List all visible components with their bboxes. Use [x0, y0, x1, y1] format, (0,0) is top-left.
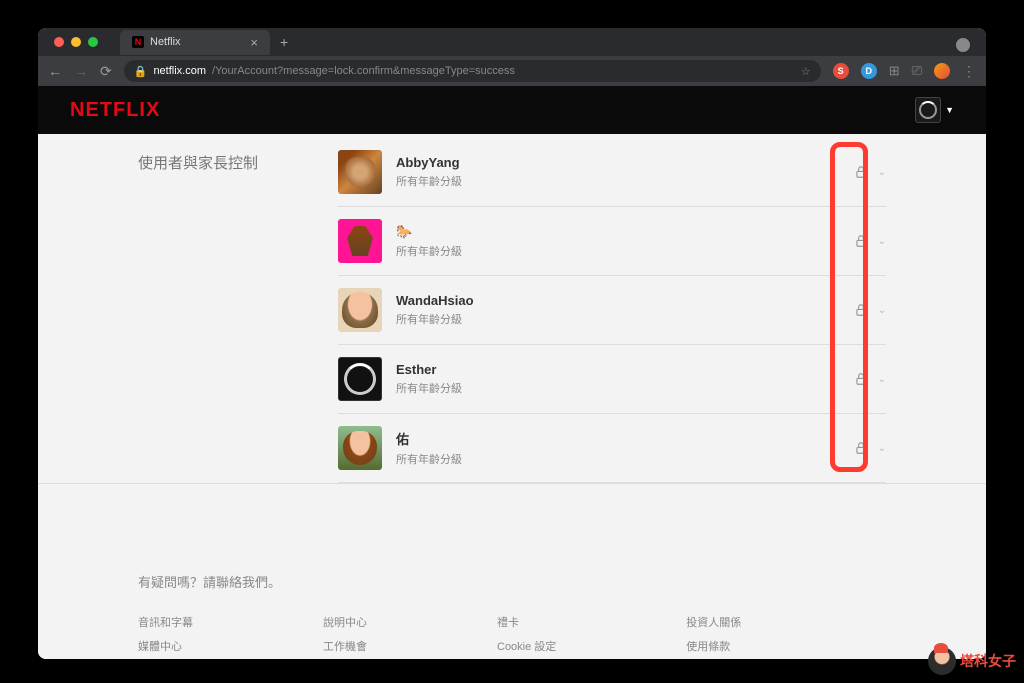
watermark: 塔科女子	[928, 647, 1016, 675]
profile-rating: 所有年齡分級	[396, 451, 854, 467]
footer-link[interactable]: 媒體中心	[138, 635, 193, 659]
footer-link[interactable]: 音訊和字幕	[138, 611, 193, 635]
close-tab-icon[interactable]: ×	[250, 35, 258, 50]
annotation-highlight	[830, 142, 868, 472]
site-header: NETFLIX ▼	[38, 86, 986, 134]
new-tab-button[interactable]: +	[270, 34, 298, 50]
profile-rating: 所有年齡分級	[396, 380, 854, 396]
favicon-icon: N	[132, 36, 144, 48]
chevron-down-icon[interactable]: ⌄	[878, 443, 886, 454]
maximize-window-icon[interactable]	[88, 37, 98, 47]
profile-name: AbbyYang	[396, 155, 854, 170]
profile-name: 🐎	[396, 224, 854, 240]
tab-bar: N Netflix × +	[38, 28, 986, 56]
browser-profile-icon[interactable]	[934, 63, 950, 79]
extension-icon[interactable]: S	[833, 63, 849, 79]
footer-contact[interactable]: 有疑問嗎？請聯絡我們。	[138, 572, 886, 591]
browser-tab[interactable]: N Netflix ×	[120, 30, 270, 55]
lock-icon: 🔒	[134, 65, 148, 78]
caret-down-icon[interactable]: ▼	[945, 105, 954, 115]
footer-link[interactable]: 禮卡	[497, 611, 556, 635]
reload-icon[interactable]: ⟳	[100, 63, 112, 80]
footer-link[interactable]: 說明中心	[323, 611, 367, 635]
site-footer: 有疑問嗎？請聯絡我們。 音訊和字幕 媒體中心 說明中心 工作機會 禮卡 Cook…	[38, 544, 986, 659]
watermark-text: 塔科女子	[960, 651, 1016, 671]
profiles-list: AbbyYang 所有年齡分級 ⌄ 🐎 所有年齡分級	[338, 150, 886, 483]
chevron-down-icon[interactable]: ⌄	[878, 236, 886, 247]
chevron-down-icon[interactable]: ⌄	[878, 305, 886, 316]
profile-avatar-icon	[338, 426, 382, 470]
watermark-icon	[928, 647, 956, 675]
url-field[interactable]: 🔒 netflix.com/YourAccount?message=lock.c…	[124, 60, 821, 82]
cast-icon[interactable]: ⎚	[912, 63, 922, 79]
page-content: 使用者與家長控制 AbbyYang 所有年齡分級 ⌄	[38, 134, 986, 659]
footer-link[interactable]: Cookie 設定	[497, 635, 556, 659]
close-window-icon[interactable]	[54, 37, 64, 47]
profile-name: Esther	[396, 362, 854, 377]
footer-link[interactable]: 使用條款	[686, 635, 741, 659]
profile-row[interactable]: WandaHsiao 所有年齡分級 ⌄	[338, 276, 886, 345]
profile-avatar-icon	[338, 219, 382, 263]
url-path: /YourAccount?message=lock.confirm&messag…	[212, 65, 515, 77]
url-domain: netflix.com	[153, 65, 206, 77]
footer-link[interactable]: 投資人關係	[686, 611, 741, 635]
window-controls[interactable]	[46, 37, 106, 47]
corner-badge-icon	[956, 38, 970, 52]
extension-icon[interactable]: D	[861, 63, 877, 79]
netflix-logo[interactable]: NETFLIX	[70, 99, 160, 122]
extension-icon[interactable]: ⊞	[889, 63, 900, 79]
forward-icon[interactable]: →	[74, 63, 88, 79]
profile-name: WandaHsiao	[396, 293, 854, 308]
profile-rating: 所有年齡分級	[396, 243, 854, 259]
browser-menu-icon[interactable]: ⋮	[962, 63, 976, 80]
chevron-down-icon[interactable]: ⌄	[878, 167, 886, 178]
profile-row[interactable]: 佑 所有年齡分級 ⌄	[338, 414, 886, 483]
back-icon[interactable]: ←	[48, 63, 62, 79]
profile-row[interactable]: Esther 所有年齡分級 ⌄	[338, 345, 886, 414]
profile-name: 佑	[396, 429, 854, 448]
profile-avatar-icon	[338, 357, 382, 401]
bookmark-icon[interactable]: ☆	[801, 65, 811, 78]
profile-switcher[interactable]	[915, 97, 941, 123]
profile-rating: 所有年齡分級	[396, 173, 854, 189]
minimize-window-icon[interactable]	[71, 37, 81, 47]
address-bar: ← → ⟳ 🔒 netflix.com/YourAccount?message=…	[38, 56, 986, 86]
profile-rating: 所有年齡分級	[396, 311, 854, 327]
profile-row[interactable]: 🐎 所有年齡分級 ⌄	[338, 207, 886, 276]
profile-avatar-icon	[338, 150, 382, 194]
chevron-down-icon[interactable]: ⌄	[878, 374, 886, 385]
profile-row[interactable]: AbbyYang 所有年齡分級 ⌄	[338, 150, 886, 207]
tab-title: Netflix	[150, 36, 181, 48]
profile-avatar-icon	[338, 288, 382, 332]
section-title: 使用者與家長控制	[138, 150, 338, 483]
footer-link[interactable]: 工作機會	[323, 635, 367, 659]
